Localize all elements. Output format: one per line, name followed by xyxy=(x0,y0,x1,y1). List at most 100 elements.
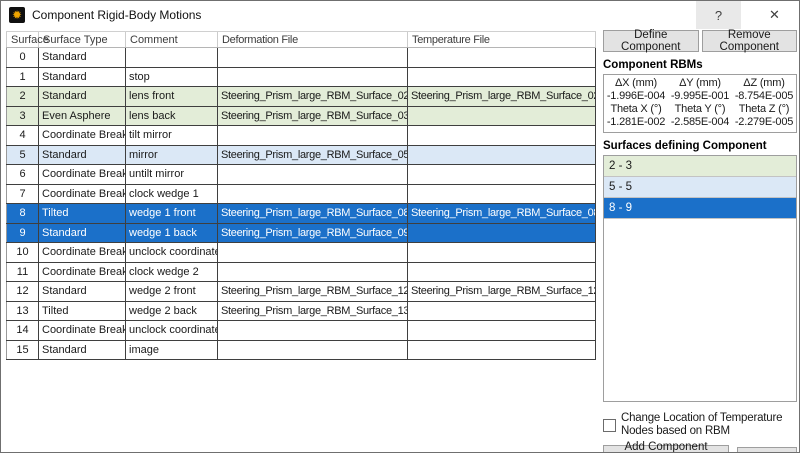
table-row[interactable]: 7 Coordinate Break clock wedge 1 xyxy=(6,184,596,204)
cell-surface: 1 xyxy=(6,67,39,86)
cell-type: Standard xyxy=(39,340,126,359)
table-row[interactable]: 2 Standard lens front Steering_Prism_large_… xyxy=(6,87,596,107)
rbm-value: -9.995E-001 xyxy=(670,90,730,102)
component-rbms-box: ΔX (mm) ΔY (mm) ΔZ (mm) -1.996E-004 -9.995E-… xyxy=(603,74,797,133)
cell-temperature xyxy=(408,243,596,262)
cell-temperature xyxy=(408,184,596,203)
cell-deformation xyxy=(218,243,408,262)
cell-surface: 12 xyxy=(6,282,39,301)
surface-table: Surface Surface Type Comment Deformation Fi… xyxy=(6,31,596,360)
title-bar: ✹ Component Rigid-Body Motions ? ✕ xyxy=(1,1,799,29)
cell-type: Coordinate Break xyxy=(39,126,126,145)
cell-surface: 15 xyxy=(6,340,39,359)
column-header: Deformation File xyxy=(218,32,408,47)
cell-deformation: Steering_Prism_large_RBM_Surface_02_Defo… xyxy=(218,87,408,106)
cell-type: Even Asphere xyxy=(39,106,126,125)
cell-temperature xyxy=(408,126,596,145)
rbm-value: Theta X (°) xyxy=(610,103,662,115)
column-header: Comment xyxy=(126,32,218,47)
add-component-rbms-button[interactable]: Add Component RBMs as Coordinate Breaks xyxy=(603,441,729,452)
table-row[interactable]: 3 Even Asphere lens back Steering_Prism_lar… xyxy=(6,106,596,126)
help-button[interactable]: ? xyxy=(696,1,741,29)
cell-type: Standard xyxy=(39,67,126,86)
cell-temperature: Steering_Prism_large_RBM_Surface_08_Temp xyxy=(408,204,596,223)
rbm-value: ΔZ (mm) xyxy=(743,77,785,89)
cell-deformation xyxy=(218,321,408,340)
cell-comment: stop xyxy=(126,67,218,86)
table-row[interactable]: 0 Standard xyxy=(6,48,596,68)
cell-type: Standard xyxy=(39,145,126,164)
cell-temperature xyxy=(408,48,596,67)
close-icon[interactable]: ✕ xyxy=(752,1,797,29)
cell-type: Coordinate Break xyxy=(39,184,126,203)
table-row[interactable]: 8 Tilted wedge 1 front Steering_Prism_large… xyxy=(6,204,596,224)
cell-surface: 14 xyxy=(6,321,39,340)
temperature-nodes-checkbox[interactable] xyxy=(603,418,616,432)
cell-deformation: Steering_Prism_large_RBM_Surface_05_Defo… xyxy=(218,145,408,164)
cell-temperature xyxy=(408,321,596,340)
column-header: Surface Type xyxy=(39,32,126,47)
component-rbms-heading: Component RBMs xyxy=(603,59,703,71)
table-row[interactable]: 12 Standard wedge 2 front Steering_Prism_la… xyxy=(6,282,596,302)
temperature-nodes-checkbox-row[interactable]: Change Location of Temperature Nodes bas… xyxy=(603,412,797,438)
cell-comment: wedge 1 front xyxy=(126,204,218,223)
remove-component-button[interactable]: Remove Component xyxy=(701,29,797,53)
rbm-value: -1.281E-002 xyxy=(606,116,666,128)
cell-temperature: Steering_Prism_large_RBM_Surface_12_Temp xyxy=(408,282,596,301)
rbm-value: -2.279E-005 xyxy=(734,116,794,128)
surfaces-defining-list: 2 - 35 - 58 - 9 xyxy=(603,155,797,402)
table-row[interactable]: 11 Coordinate Break clock wedge 2 xyxy=(6,262,596,282)
table-row[interactable]: 13 Tilted wedge 2 back Steering_Prism_large… xyxy=(6,301,596,321)
cell-temperature xyxy=(408,301,596,320)
table-row[interactable]: 5 Standard mirror Steering_Prism_large_RBM_… xyxy=(6,145,596,165)
cell-comment: image xyxy=(126,340,218,359)
table-row[interactable]: 6 Coordinate Break untilt mirror xyxy=(6,165,596,185)
table-row[interactable]: 15 Standard image xyxy=(6,340,596,360)
cell-type: Tilted xyxy=(39,204,126,223)
cell-comment: lens back xyxy=(126,106,218,125)
app-icon: ✹ xyxy=(9,7,25,23)
cell-comment: clock wedge 2 xyxy=(126,262,218,281)
cell-comment: mirror xyxy=(126,145,218,164)
table-row[interactable]: 14 Coordinate Break unclock coordinates xyxy=(6,321,596,341)
table-row[interactable]: 1 Standard stop xyxy=(6,67,596,87)
table-row[interactable]: 4 Coordinate Break tilt mirror xyxy=(6,126,596,146)
cell-comment: untilt mirror xyxy=(126,165,218,184)
rbm-value: -1.996E-004 xyxy=(606,90,666,102)
cancel-button[interactable]: Cancel xyxy=(737,446,797,452)
table-row[interactable]: 10 Coordinate Break unclock coordinates xyxy=(6,243,596,263)
cell-type: Coordinate Break xyxy=(39,165,126,184)
cell-surface: 13 xyxy=(6,301,39,320)
cell-type: Coordinate Break xyxy=(39,321,126,340)
cell-surface: 2 xyxy=(6,87,39,106)
surface-range-item[interactable]: 5 - 5 xyxy=(604,177,796,198)
cell-type: Coordinate Break xyxy=(39,243,126,262)
cell-deformation xyxy=(218,165,408,184)
surface-range-item[interactable]: 8 - 9 xyxy=(604,198,796,219)
cell-comment: wedge 2 back xyxy=(126,301,218,320)
cell-deformation: Steering_Prism_large_RBM_Surface_09_Defo… xyxy=(218,223,408,242)
right-panel: Define Component Remove Component Compon… xyxy=(603,29,797,452)
cell-comment: tilt mirror xyxy=(126,126,218,145)
define-component-button[interactable]: Define Component xyxy=(603,29,699,53)
rbm-value: Theta Y (°) xyxy=(674,103,726,115)
surface-range-item[interactable]: 2 - 3 xyxy=(604,156,796,177)
cell-deformation: Steering_Prism_large_RBM_Surface_12_Defo… xyxy=(218,282,408,301)
cell-type: Standard xyxy=(39,48,126,67)
rbm-value: Theta Z (°) xyxy=(738,103,790,115)
cell-temperature xyxy=(408,67,596,86)
cell-temperature xyxy=(408,165,596,184)
cell-surface: 9 xyxy=(6,223,39,242)
table-row[interactable]: 9 Standard wedge 1 back Steering_Prism_larg… xyxy=(6,223,596,243)
cell-deformation xyxy=(218,48,408,67)
cell-type: Standard xyxy=(39,223,126,242)
cell-temperature: Steering_Prism_large_RBM_Surface_02_Temp xyxy=(408,87,596,106)
cell-deformation xyxy=(218,67,408,86)
cell-temperature xyxy=(408,223,596,242)
window-title: Component Rigid-Body Motions xyxy=(32,8,202,22)
cell-surface: 0 xyxy=(6,48,39,67)
cell-temperature xyxy=(408,106,596,125)
rbm-value: -2.585E-004 xyxy=(670,116,730,128)
cell-temperature xyxy=(408,340,596,359)
rbm-value: ΔY (mm) xyxy=(679,77,721,89)
